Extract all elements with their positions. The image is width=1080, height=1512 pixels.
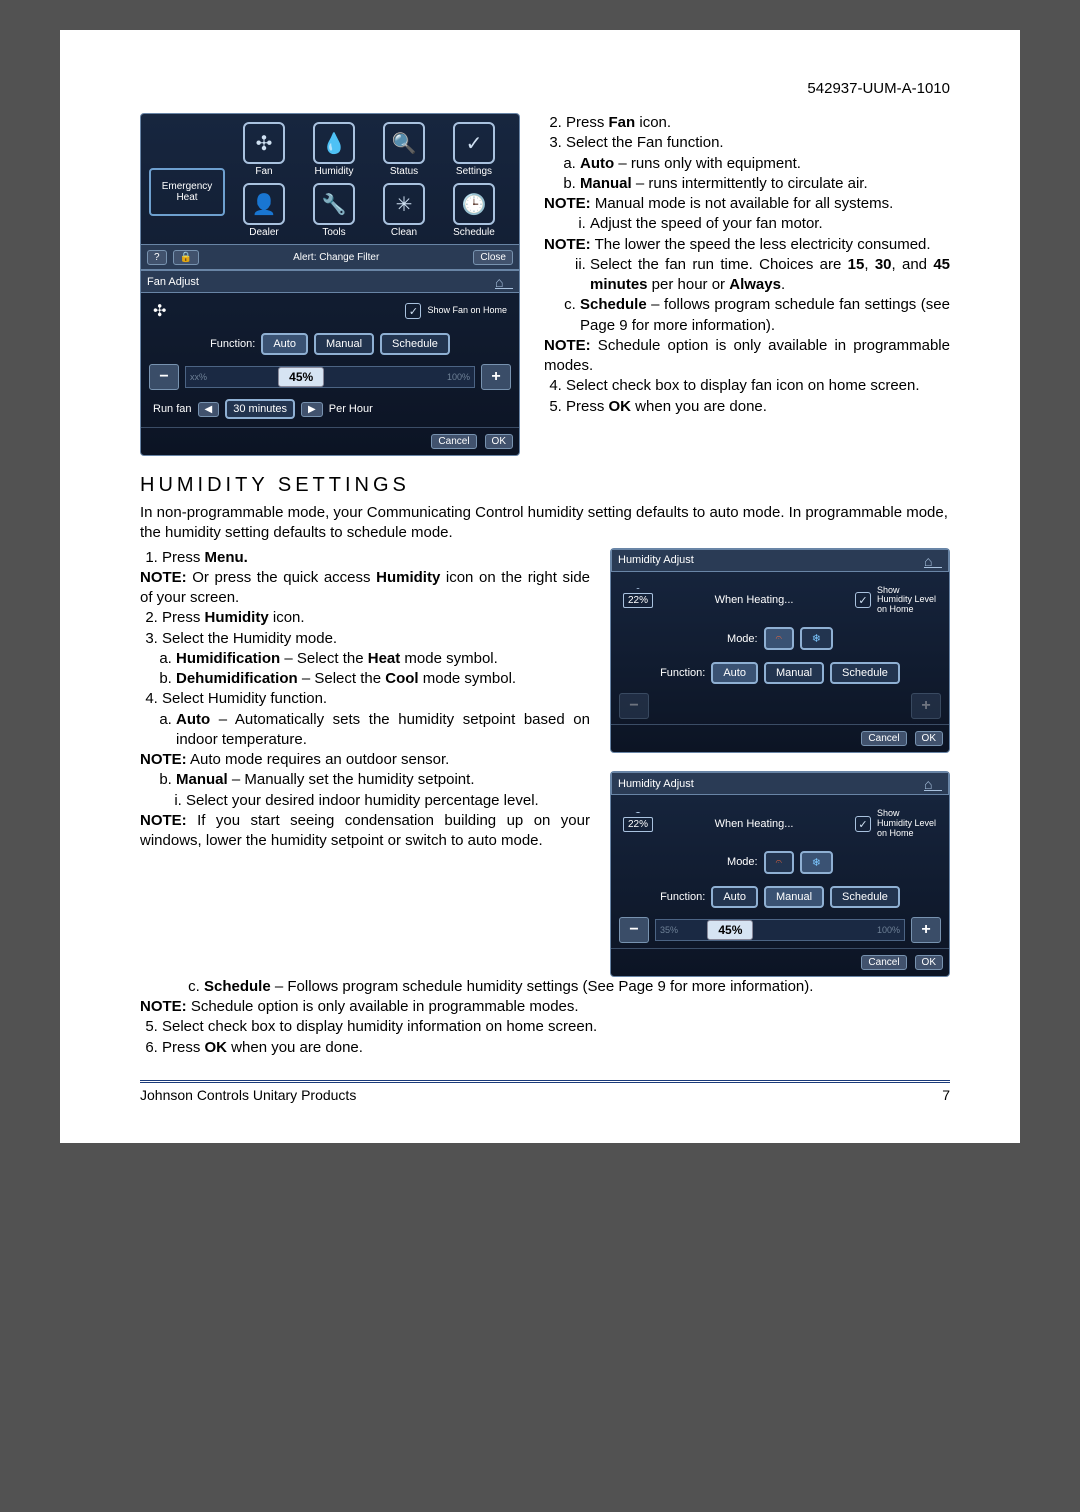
humidity-badge: 22% [623,593,653,608]
footer-left: Johnson Controls Unitary Products [140,1087,356,1103]
page: 542937-UUM-A-1010 Emergency Heat ✣Fan 💧H… [60,30,1020,1143]
left-screens: Emergency Heat ✣Fan 💧Humidity 🔍Status ✓S… [140,113,520,456]
fan-icon: ✣ [243,122,285,164]
increase-button[interactable]: + [481,364,511,390]
footer-page-number: 7 [942,1087,950,1103]
home-icon[interactable] [924,776,942,791]
fan-mode-schedule[interactable]: Schedule [380,333,450,355]
menu-screen: Emergency Heat ✣Fan 💧Humidity 🔍Status ✓S… [140,113,520,456]
hum-mode-manual[interactable]: Manual [764,886,824,908]
fan-mode-manual[interactable]: Manual [314,333,374,355]
humidity-intro: In non-programmable mode, your Communica… [140,503,950,544]
humidity-badge: 22% [623,817,653,832]
runfan-label: Run fan [153,403,192,415]
home-icon[interactable] [495,274,513,289]
increase-button[interactable]: + [911,917,941,943]
menu-item-clean[interactable]: ✳Clean [375,183,433,238]
show-humidity-checkbox[interactable]: ✓ [855,592,871,608]
humidity-slider[interactable]: 35% 45% 100% [655,919,905,941]
cancel-button[interactable]: Cancel [861,955,906,970]
runfan-value: 30 minutes [225,399,295,419]
humidity-icon: 💧 [313,122,355,164]
schedule-icon: 🕒 [453,183,495,225]
help-button[interactable]: ? [147,250,167,265]
menu-item-dealer[interactable]: 👤Dealer [235,183,293,238]
cancel-button[interactable]: Cancel [431,434,476,449]
menu-item-status[interactable]: 🔍Status [375,122,433,177]
fan-slider[interactable]: xx% 45% 100% [185,366,475,388]
show-fan-label: Show Fan on Home [427,306,507,316]
slider-value: 45% [278,367,324,387]
emergency-heat-button[interactable]: Emergency Heat [149,168,225,216]
settings-icon: ✓ [453,122,495,164]
menu-item-settings[interactable]: ✓Settings [445,122,503,177]
decrease-button: − [619,693,649,719]
clean-icon: ✳ [383,183,425,225]
menu-item-schedule[interactable]: 🕒Schedule [445,183,503,238]
menu-item-tools[interactable]: 🔧Tools [305,183,363,238]
ok-button[interactable]: OK [485,434,513,449]
status-icon: 🔍 [383,122,425,164]
menu-item-fan[interactable]: ✣Fan [235,122,293,177]
hum-mode-auto[interactable]: Auto [711,886,758,908]
ok-button[interactable]: OK [915,955,943,970]
hum-mode-schedule[interactable]: Schedule [830,662,900,684]
page-footer: Johnson Controls Unitary Products 7 [140,1080,950,1103]
mode-heat[interactable]: 𝄐 [764,851,794,874]
perhour-label: Per Hour [329,403,373,415]
hum-mode-schedule[interactable]: Schedule [830,886,900,908]
humidity-screen-auto: Humidity Adjust 22% When Heating... ✓ Sh… [610,548,950,754]
increase-button: + [911,693,941,719]
fan-instructions: Press Fan icon. Select the Fan function.… [544,113,950,417]
mode-heat[interactable]: 𝄐 [764,627,794,650]
close-button[interactable]: Close [473,250,513,265]
function-label: Function: [210,338,255,350]
hum-mode-auto[interactable]: Auto [711,662,758,684]
fan-small-icon: ✣ [153,301,166,321]
humidity-heading: HUMIDITY SETTINGS [140,474,950,497]
runfan-right[interactable]: ▶ [301,402,323,417]
humidity-screen-manual: Humidity Adjust 22% When Heating... ✓ Sh… [610,771,950,977]
menu-item-humidity[interactable]: 💧Humidity [305,122,363,177]
document-id: 542937-UUM-A-1010 [140,80,950,97]
cancel-button[interactable]: Cancel [861,731,906,746]
runfan-left[interactable]: ◀ [198,402,220,417]
ok-button[interactable]: OK [915,731,943,746]
fan-mode-auto[interactable]: Auto [261,333,308,355]
mode-cool[interactable]: ❄ [800,851,833,874]
hum-mode-manual[interactable]: Manual [764,662,824,684]
home-icon[interactable] [924,553,942,568]
humidity-instructions: Press Menu. NOTE: Or press the quick acc… [140,548,590,852]
mode-cool[interactable]: ❄ [800,627,833,650]
tools-icon: 🔧 [313,183,355,225]
fan-adjust-title: Fan Adjust [147,276,199,288]
show-fan-checkbox[interactable]: ✓ [405,303,421,319]
decrease-button[interactable]: − [619,917,649,943]
lock-icon[interactable]: 🔒 [173,250,199,265]
alert-text: Alert: Change Filter [205,252,467,263]
show-humidity-checkbox[interactable]: ✓ [855,816,871,832]
humidity-instructions-continued: Schedule – Follows program schedule humi… [140,977,950,1058]
dealer-icon: 👤 [243,183,285,225]
decrease-button[interactable]: − [149,364,179,390]
